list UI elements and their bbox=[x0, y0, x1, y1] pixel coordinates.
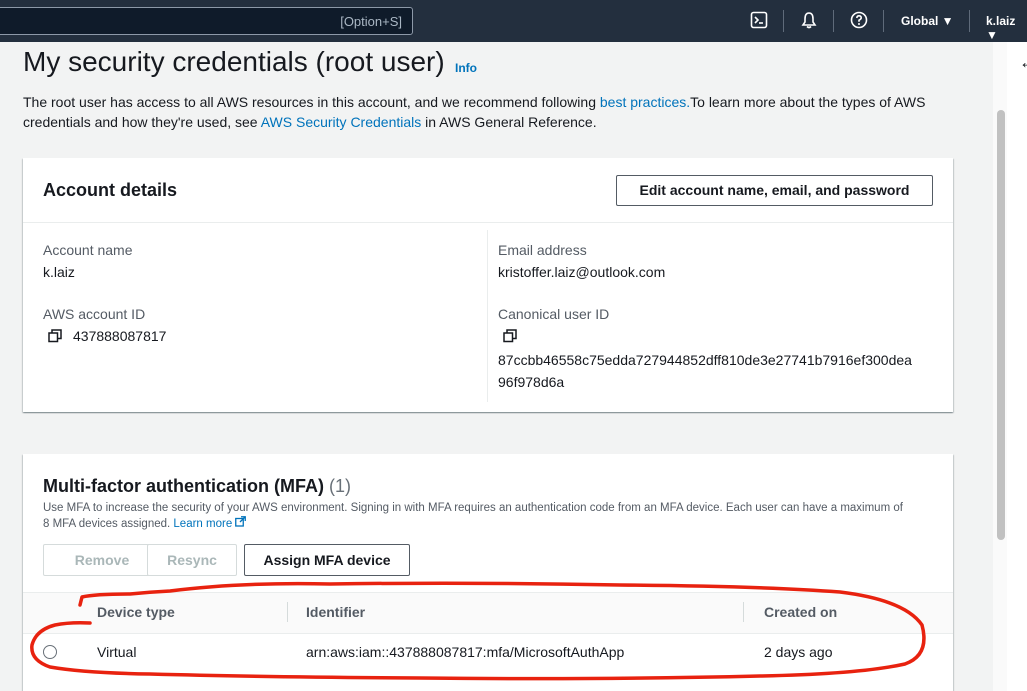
device-type-cell: Virtual bbox=[97, 644, 137, 660]
mfa-description-text: Use MFA to increase the security of your… bbox=[43, 502, 903, 530]
topbar-divider bbox=[969, 10, 970, 32]
canonical-user-id-value-line2: 96f978d6a bbox=[498, 374, 565, 390]
column-separator bbox=[287, 602, 288, 622]
resync-button[interactable]: Resync bbox=[147, 544, 237, 576]
copy-icon[interactable] bbox=[48, 329, 62, 343]
external-link-icon bbox=[235, 516, 247, 527]
column-divider bbox=[487, 230, 488, 402]
region-selector[interactable]: Global ▼ bbox=[901, 14, 954, 28]
canonical-user-id-label: Canonical user ID bbox=[498, 306, 610, 322]
info-link[interactable]: Info bbox=[455, 61, 477, 75]
account-name-label: Account name bbox=[43, 242, 133, 258]
assign-mfa-device-button[interactable]: Assign MFA device bbox=[244, 544, 410, 576]
intro-text: in AWS General Reference. bbox=[421, 114, 597, 130]
learn-more-link[interactable]: Learn more bbox=[173, 516, 247, 530]
column-header-created-on[interactable]: Created on bbox=[764, 604, 837, 620]
row-select-radio[interactable] bbox=[43, 645, 57, 659]
cloudshell-icon[interactable] bbox=[750, 11, 770, 31]
edit-account-button[interactable]: Edit account name, email, and password bbox=[616, 175, 933, 206]
topbar-divider bbox=[783, 10, 784, 32]
column-header-identifier[interactable]: Identifier bbox=[306, 604, 365, 620]
learn-more-label: Learn more bbox=[173, 518, 233, 530]
remove-button[interactable]: Remove bbox=[43, 544, 161, 576]
account-details-title: Account details bbox=[43, 180, 178, 200]
aws-security-credentials-link[interactable]: AWS Security Credentials bbox=[261, 114, 422, 130]
help-icon[interactable] bbox=[850, 11, 870, 31]
intro-text: The root user has access to all AWS reso… bbox=[23, 94, 600, 110]
mfa-title-text: Multi-factor authentication (MFA) bbox=[43, 476, 324, 496]
mfa-count: (1) bbox=[329, 476, 351, 496]
panel-toggle-icon[interactable]: ← bbox=[1019, 52, 1027, 73]
topbar-divider bbox=[833, 10, 834, 32]
topbar-divider bbox=[883, 10, 884, 32]
search-shortcut-hint: [Option+S] bbox=[340, 14, 402, 29]
account-id-value: 437888087817 bbox=[73, 328, 167, 344]
email-value: kristoffer.laiz@outlook.com bbox=[498, 264, 666, 280]
email-label: Email address bbox=[498, 242, 587, 258]
account-name-value: k.laiz bbox=[43, 264, 75, 280]
scrollbar-thumb[interactable] bbox=[997, 110, 1005, 540]
top-navigation-bar: [Option+S] Global ▼ k.laiz ▼ bbox=[0, 0, 1027, 42]
copy-icon[interactable] bbox=[503, 329, 517, 343]
page-title: My security credentials (root user) bbox=[23, 46, 445, 77]
notifications-bell-icon[interactable] bbox=[800, 11, 820, 31]
divider bbox=[23, 222, 953, 223]
mfa-card: Multi-factor authentication (MFA) (1) Re… bbox=[23, 454, 953, 691]
mfa-title: Multi-factor authentication (MFA) (1) bbox=[43, 476, 351, 497]
canonical-user-id-value-line1: 87ccbb46558c75edda727944852dff810de3e277… bbox=[498, 352, 912, 368]
account-menu[interactable]: k.laiz ▼ bbox=[986, 14, 1027, 42]
column-separator bbox=[743, 602, 744, 622]
mfa-description: Use MFA to increase the security of your… bbox=[43, 500, 903, 532]
account-id-label: AWS account ID bbox=[43, 306, 146, 322]
column-header-device-type[interactable]: Device type bbox=[97, 604, 175, 620]
account-details-card: Account details Edit account name, email… bbox=[23, 158, 953, 412]
created-on-cell: 2 days ago bbox=[764, 644, 833, 660]
best-practices-link[interactable]: best practices. bbox=[600, 94, 690, 110]
identifier-cell: arn:aws:iam::437888087817:mfa/MicrosoftA… bbox=[306, 644, 625, 660]
search-input[interactable]: [Option+S] bbox=[0, 7, 413, 35]
intro-paragraph: The root user has access to all AWS reso… bbox=[23, 92, 983, 132]
